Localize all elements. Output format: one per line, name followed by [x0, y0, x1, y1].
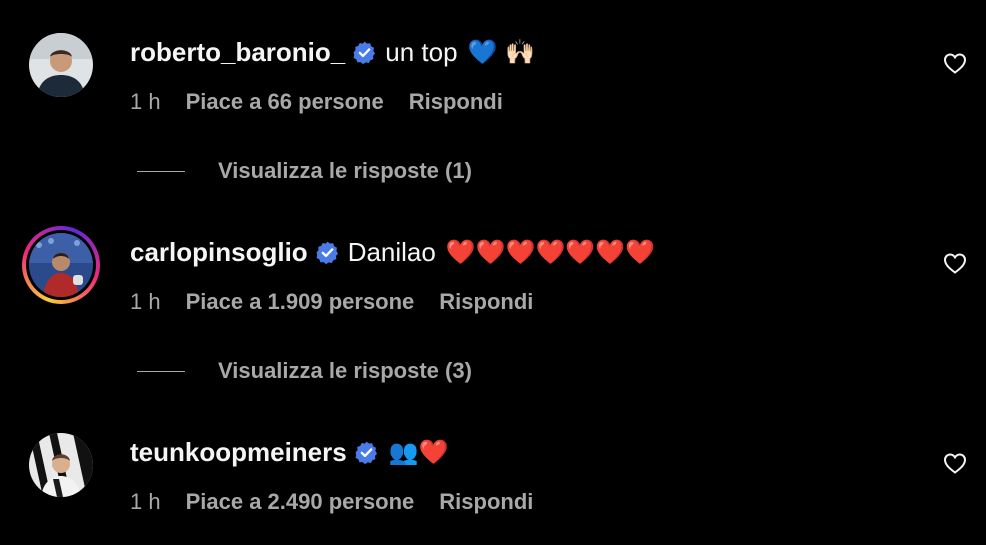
username[interactable]: roberto_baronio_: [130, 37, 345, 68]
view-replies-label: Visualizza le risposte (1): [218, 158, 472, 183]
view-replies-label: Visualizza le risposte (3): [218, 358, 472, 383]
avatar[interactable]: [29, 33, 93, 97]
avatar-story-ring[interactable]: [22, 226, 100, 304]
comment-meta: 1 h Piace a 2.490 persone Rispondi: [130, 488, 533, 516]
comment-emojis: 👥❤️: [388, 438, 449, 466]
verified-badge-icon: [353, 41, 376, 64]
avatar[interactable]: [29, 433, 93, 497]
username[interactable]: teunkoopmeiners: [130, 437, 347, 468]
verified-badge-icon: [355, 441, 377, 464]
comment-first-line: roberto_baronio_ un top 💙 🙌🏻: [130, 34, 535, 70]
heart-outline-icon[interactable]: [943, 52, 967, 74]
comment-meta: 1 h Piace a 1.909 persone Rispondi: [130, 288, 533, 316]
likes-count-link[interactable]: Piace a 1.909 persone: [186, 289, 415, 315]
comment-time[interactable]: 1 h: [130, 489, 161, 515]
reply-button[interactable]: Rispondi: [409, 89, 503, 115]
username[interactable]: carlopinsoglio: [130, 237, 308, 268]
comment-text: Danilao: [347, 236, 436, 267]
comment-emojis: ❤️❤️❤️❤️❤️❤️❤️: [445, 238, 656, 266]
heart-outline-icon[interactable]: [943, 252, 967, 274]
comment-emojis: 💙 🙌🏻: [467, 38, 535, 66]
comment-meta: 1 h Piace a 66 persone Rispondi: [130, 88, 503, 116]
comment-first-line: teunkoopmeiners 👥❤️: [130, 434, 448, 470]
likes-count-link[interactable]: Piace a 2.490 persone: [186, 489, 415, 515]
comment-first-line: carlopinsoglio Danilao ❤️❤️❤️❤️❤️❤️❤️: [130, 234, 655, 270]
reply-button[interactable]: Rispondi: [439, 289, 533, 315]
heart-outline-icon[interactable]: [943, 452, 967, 474]
view-replies-button[interactable]: Visualizza le risposte (1): [137, 157, 472, 185]
likes-count-link[interactable]: Piace a 66 persone: [186, 89, 384, 115]
replies-divider: [137, 170, 185, 172]
verified-badge-icon: [316, 241, 338, 264]
reply-button[interactable]: Rispondi: [439, 489, 533, 515]
comment-time[interactable]: 1 h: [130, 289, 161, 315]
view-replies-button[interactable]: Visualizza le risposte (3): [137, 357, 472, 385]
comment-time[interactable]: 1 h: [130, 89, 161, 115]
replies-divider: [137, 370, 185, 372]
comment-text: un top: [385, 36, 458, 67]
avatar: [29, 233, 93, 297]
